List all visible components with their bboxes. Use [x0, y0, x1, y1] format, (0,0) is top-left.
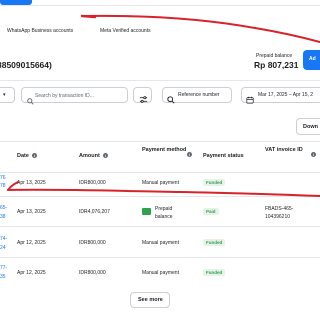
calendar-icon [246, 91, 254, 109]
status-badge: Funded [203, 269, 226, 276]
chevron-down-icon: ▾ [3, 92, 6, 98]
status-badge: Funded [203, 239, 226, 246]
column-header-payment-status: Payment status [203, 153, 244, 159]
status-badge: Funded [203, 179, 226, 186]
transaction-id-link[interactable]: 74- [0, 236, 7, 242]
reference-number-filter[interactable]: Reference number [162, 87, 232, 104]
balance-label: Prepaid balance [256, 53, 293, 59]
see-more-label: See more [138, 297, 163, 303]
search-box[interactable] [21, 87, 128, 105]
cell-date: Apr 12, 2025 [17, 270, 46, 276]
cell-amount: IDR800,000 [79, 240, 106, 246]
search-icon [167, 91, 175, 109]
cell-amount: IDR4,076,207 [79, 209, 110, 215]
cell-date: Apr 13, 2025 [17, 180, 46, 186]
transaction-id-link[interactable]: 77- [0, 265, 7, 271]
tab-whatsapp-business-accounts[interactable]: WhatsApp Business accounts [7, 28, 73, 34]
filter-dropdown[interactable]: ▾ [0, 87, 15, 103]
divider [0, 141, 320, 142]
info-icon: i [311, 152, 316, 157]
cell-vat-invoice-id: FBADS-465-104396210 [265, 206, 294, 220]
reference-number-label: Reference number [178, 92, 220, 98]
transaction-id-link[interactable]: 38 [0, 214, 6, 220]
column-header-date: Date i [17, 153, 37, 159]
see-more-button[interactable]: See more [130, 292, 170, 308]
status-badge: Paid [203, 208, 219, 215]
cell-date: Apr 13, 2025 [17, 209, 46, 215]
transaction-id-link[interactable]: 35 [0, 274, 6, 280]
page-title: 88509015664) [0, 60, 52, 70]
divider [0, 226, 320, 227]
wallet-icon [142, 208, 151, 215]
search-input[interactable] [35, 91, 125, 100]
cell-date: Apr 12, 2025 [17, 240, 46, 246]
date-range-label: Mar 17, 2025 – Apr 15, 2 [258, 92, 314, 98]
cell-payment-method: Manual payment [142, 270, 179, 276]
tab-meta-verified-accounts[interactable]: Meta Verified accounts [100, 28, 151, 34]
cell-payment-method: Manual payment [142, 180, 179, 186]
filter-settings-button[interactable] [133, 87, 152, 103]
add-funds-button[interactable]: Ad [303, 50, 320, 70]
cell-payment-method: Prepaid balance [155, 206, 173, 220]
date-range-picker[interactable]: Mar 17, 2025 – Apr 15, 2 [241, 87, 320, 104]
divider [0, 196, 320, 197]
divider [0, 5, 320, 6]
column-header-vat-invoice-id: VAT invoice ID [265, 147, 303, 153]
transaction-id-link[interactable]: 76 [0, 175, 6, 181]
cell-amount: IDR800,000 [79, 180, 106, 186]
cell-amount: IDR800,000 [79, 270, 106, 276]
divider [0, 257, 320, 258]
info-icon: i [102, 153, 108, 158]
column-header-payment-method: Payment method [142, 147, 187, 153]
download-button[interactable]: Down [296, 118, 320, 135]
transaction-id-link[interactable]: 78 [0, 183, 6, 189]
annotation-stroke-top-start [80, 14, 97, 19]
sliders-icon [139, 91, 148, 109]
info-icon: i [187, 152, 192, 157]
divider [0, 80, 320, 81]
search-icon [27, 92, 34, 110]
divider [0, 172, 320, 173]
transaction-id-link[interactable]: 65- [0, 205, 7, 211]
cell-payment-method: Manual payment [142, 240, 179, 246]
balance-value: Rp 807,231 [254, 60, 299, 70]
transaction-id-link[interactable]: 24 [0, 245, 6, 251]
column-header-amount: Amount i [79, 153, 108, 159]
info-icon: i [31, 153, 37, 158]
download-label: Down [303, 124, 318, 130]
